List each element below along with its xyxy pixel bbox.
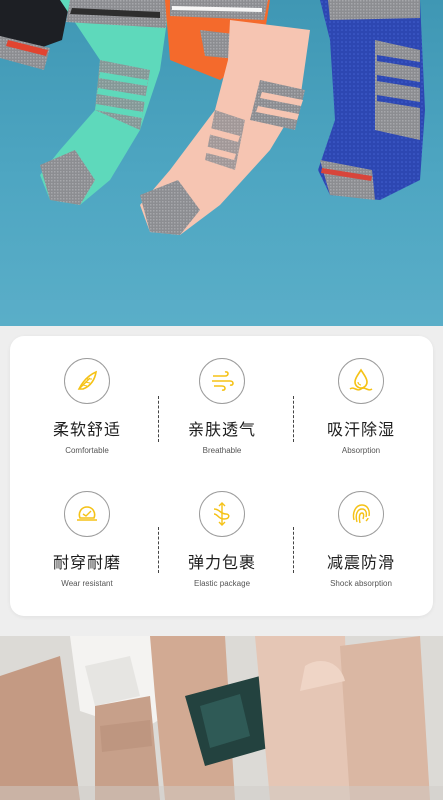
bottom-lifestyle-photo: [0, 636, 443, 800]
feature-title-cn: 吸汗除湿: [326, 420, 395, 439]
feature-title-en: Shock absorption: [330, 579, 392, 588]
feature-title-en: Wear resistant: [61, 579, 113, 588]
feature-title-en: Absorption: [341, 446, 381, 455]
feature-comfortable: 柔软舒适 Comfortable: [27, 358, 147, 455]
feature-divider: [158, 527, 159, 573]
wear-icon: [64, 491, 110, 537]
black-sock: [0, 0, 70, 70]
feature-divider: [293, 396, 294, 442]
hero-product-photo: [0, 0, 443, 326]
feather-icon: [64, 358, 110, 404]
socks-illustration: [0, 0, 443, 326]
feature-absorption: 吸汗除湿 Absorption: [301, 358, 421, 455]
feature-elastic-package: 弹力包裹 Elastic package: [162, 491, 282, 588]
fingerprint-icon: [338, 491, 384, 537]
feature-title-cn: 亲肤透气: [187, 420, 256, 439]
legs-illustration: [0, 636, 443, 800]
feature-divider: [293, 527, 294, 573]
blue-sock: [318, 0, 425, 200]
feature-title-en: Elastic package: [193, 579, 251, 588]
feature-title-cn: 弹力包裹: [187, 553, 256, 572]
feature-title-cn: 耐穿耐磨: [52, 553, 121, 572]
feature-shock-absorption: 减震防滑 Shock absorption: [301, 491, 421, 588]
feature-breathable: 亲肤透气 Breathable: [162, 358, 282, 455]
feature-title-cn: 减震防滑: [326, 553, 395, 572]
elastic-icon: [199, 491, 245, 537]
feature-title-cn: 柔软舒适: [52, 420, 121, 439]
feature-divider: [158, 396, 159, 442]
airflow-icon: [199, 358, 245, 404]
feature-wear-resistant: 耐穿耐磨 Wear resistant: [27, 491, 147, 588]
feature-title-en: Comfortable: [65, 446, 109, 455]
water-drop-icon: [338, 358, 384, 404]
feature-title-en: Breathable: [202, 446, 242, 455]
